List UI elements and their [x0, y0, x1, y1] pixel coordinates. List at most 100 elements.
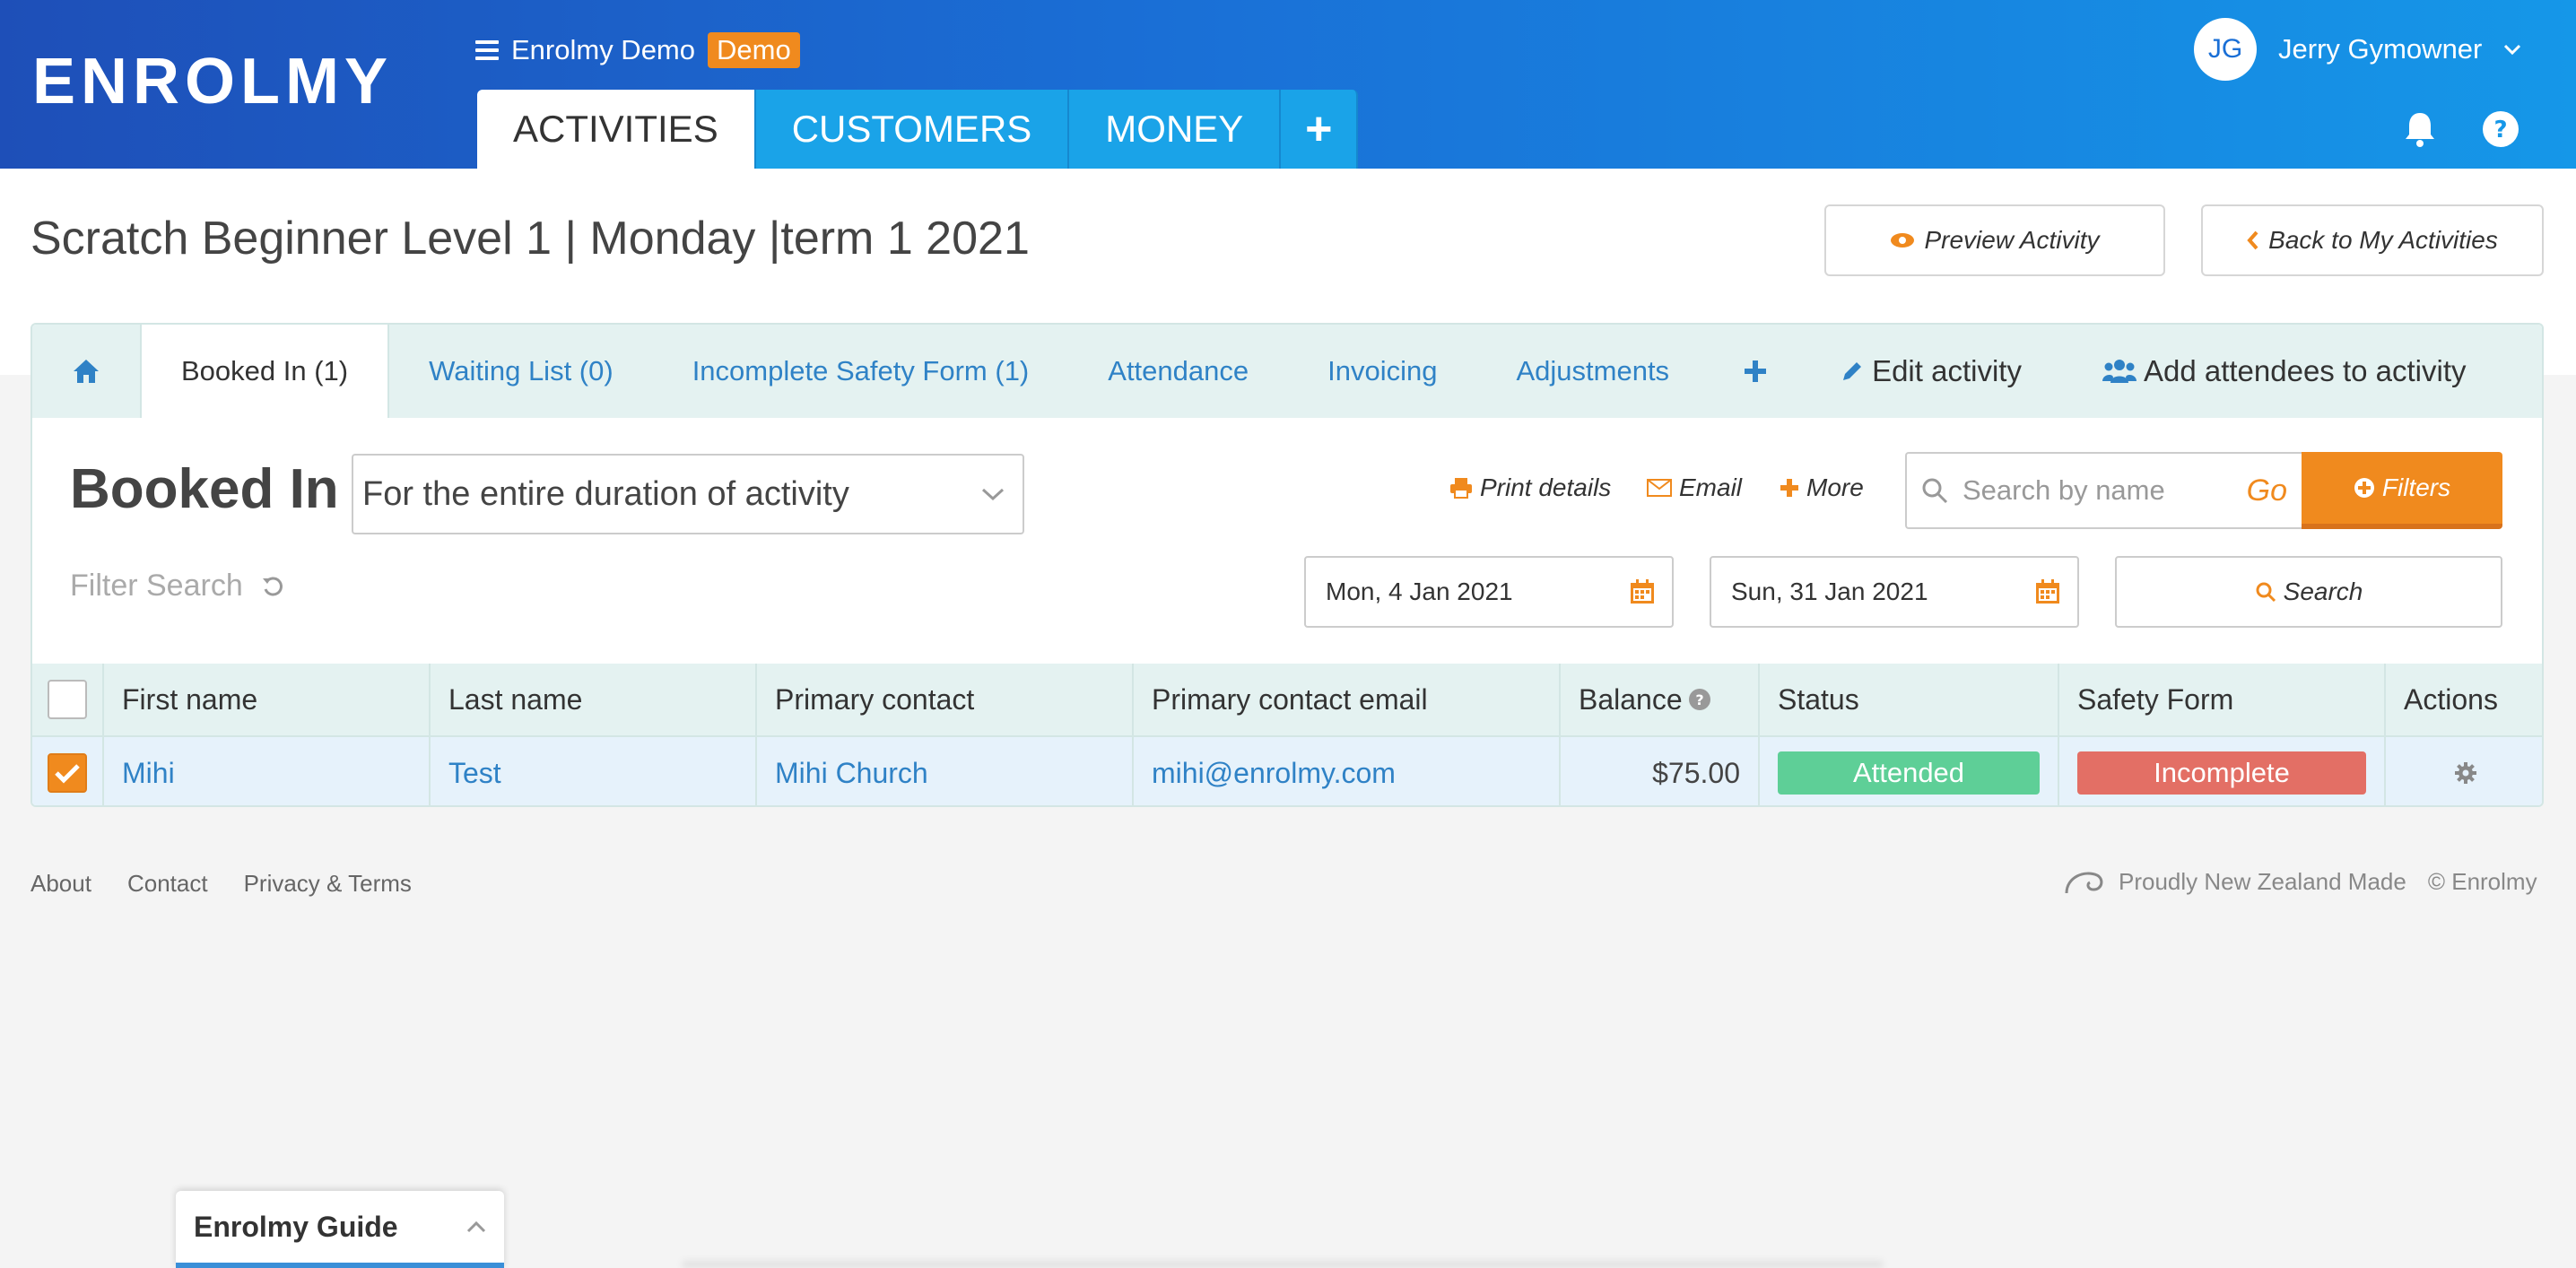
row-checkbox[interactable]	[48, 753, 87, 793]
chevron-down-icon	[2504, 44, 2521, 56]
filter-search[interactable]: Filter Search	[70, 569, 284, 604]
tab-activities[interactable]: ACTIVITIES	[477, 90, 756, 169]
bottom-shadow	[682, 1261, 1884, 1268]
checkmark-icon	[55, 764, 80, 784]
duration-select-value: For the entire duration of activity	[362, 474, 849, 513]
more-label: More	[1806, 473, 1864, 501]
start-date-input[interactable]: Mon, 4 Jan 2021	[1304, 556, 1674, 628]
add-attendees-tab[interactable]: Add attendees to activity	[2058, 325, 2485, 418]
col-actions: Actions	[2384, 664, 2542, 735]
user-name: Jerry Gymowner	[2278, 33, 2483, 65]
row-safety-form-cell: Incomplete	[2058, 737, 2384, 805]
select-all-checkbox[interactable]	[48, 680, 87, 719]
row-select-cell	[32, 737, 102, 805]
preview-activity-button[interactable]: Preview Activity	[1824, 204, 2165, 276]
home-icon	[74, 360, 99, 383]
footer-right: Proudly New Zealand Made © Enrolmy	[2063, 866, 2537, 897]
row-primary-contact[interactable]: Mihi Church	[755, 737, 1132, 805]
footer-link-about[interactable]: About	[30, 870, 91, 898]
enrolmy-guide-widget[interactable]: Enrolmy Guide	[176, 1191, 504, 1268]
users-icon	[2102, 360, 2137, 383]
row-first-name[interactable]: Mihi	[102, 737, 429, 805]
col-safety-form[interactable]: Safety Form	[2058, 664, 2384, 735]
row-actions-cell	[2384, 737, 2542, 805]
more-link[interactable]: More	[1780, 473, 1864, 502]
pencil-icon	[1843, 362, 1862, 380]
footer-links: About Contact Privacy & Terms	[30, 870, 412, 898]
footer-link-privacy[interactable]: Privacy & Terms	[244, 870, 412, 898]
row-status-cell: Attended	[1758, 737, 2058, 805]
booked-in-panel: Booked In (1) Waiting List (0) Incomplet…	[30, 323, 2544, 807]
envelope-icon	[1647, 479, 1672, 497]
printer-icon	[1450, 478, 1472, 499]
row-last-name[interactable]: Test	[429, 737, 755, 805]
filters-label: Filters	[2381, 473, 2451, 501]
back-to-activities-button[interactable]: Back to My Activities	[2201, 204, 2544, 276]
tab-add-plus[interactable]: +	[1281, 90, 1359, 169]
filter-search-label: Filter Search	[70, 569, 243, 603]
tab-customers[interactable]: CUSTOMERS	[755, 90, 1070, 169]
main-nav-tabs: ACTIVITIES CUSTOMERS MONEY +	[477, 90, 1359, 169]
safety-form-badge[interactable]: Incomplete	[2077, 751, 2366, 795]
footer-link-contact[interactable]: Contact	[127, 870, 208, 898]
plus-circle-icon	[2354, 478, 2374, 498]
email-link[interactable]: Email	[1647, 473, 1742, 502]
help-icon[interactable]: ?	[2481, 109, 2520, 149]
calendar-icon	[2036, 579, 2059, 604]
tab-incomplete-safety-form[interactable]: Incomplete Safety Form (1)	[653, 325, 1069, 418]
tab-adjustments[interactable]: Adjustments	[1476, 325, 1709, 418]
edit-activity-tab[interactable]: Edit activity	[1804, 325, 2058, 418]
search-button-label: Search	[2283, 578, 2363, 605]
chevron-left-icon	[2247, 230, 2258, 250]
print-details-label: Print details	[1480, 473, 1612, 501]
tab-home[interactable]	[32, 325, 140, 418]
hamburger-menu-icon[interactable]	[475, 40, 499, 60]
tab-invoicing[interactable]: Invoicing	[1288, 325, 1476, 418]
search-by-name-input[interactable]: Search by name Go	[1905, 452, 2302, 529]
section-title: Booked In	[70, 458, 339, 520]
col-status[interactable]: Status	[1758, 664, 2058, 735]
tab-waiting-list[interactable]: Waiting List (0)	[389, 325, 653, 418]
org-switcher[interactable]: Enrolmy Demo Demo	[475, 30, 800, 70]
tab-attendance[interactable]: Attendance	[1068, 325, 1288, 418]
col-balance-label: Balance	[1579, 682, 1683, 716]
col-last-name[interactable]: Last name	[429, 664, 755, 735]
col-primary-contact-email[interactable]: Primary contact email	[1132, 664, 1559, 735]
col-primary-contact[interactable]: Primary contact	[755, 664, 1132, 735]
enrolmy-logo[interactable]: ENROLMY	[32, 49, 393, 114]
start-date-value: Mon, 4 Jan 2021	[1326, 578, 1513, 605]
tab-booked-in[interactable]: Booked In (1)	[140, 325, 390, 418]
plus-icon	[1780, 479, 1798, 497]
table-row[interactable]: Mihi Test Mihi Church mihi@enrolmy.com $…	[32, 735, 2542, 805]
status-badge[interactable]: Attended	[1778, 751, 2040, 795]
duration-select[interactable]: For the entire duration of activity	[352, 454, 1024, 534]
col-balance[interactable]: Balance ?	[1559, 664, 1758, 735]
guide-label: Enrolmy Guide	[194, 1210, 398, 1243]
search-placeholder: Search by name	[1962, 474, 2165, 506]
search-icon	[2256, 582, 2276, 603]
reset-icon[interactable]	[261, 575, 284, 598]
row-primary-contact-email[interactable]: mihi@enrolmy.com	[1132, 737, 1559, 805]
col-first-name[interactable]: First name	[102, 664, 429, 735]
add-attendees-label: Add attendees to activity	[2143, 354, 2467, 387]
search-icon	[1922, 478, 1948, 504]
tab-add-plus[interactable]	[1709, 325, 1804, 418]
go-button[interactable]: Go	[2247, 473, 2287, 508]
end-date-input[interactable]: Sun, 31 Jan 2021	[1710, 556, 2079, 628]
nz-made: Proudly New Zealand Made	[2063, 866, 2406, 897]
preview-activity-label: Preview Activity	[1924, 226, 2100, 254]
bell-icon[interactable]	[2400, 109, 2440, 149]
gear-icon[interactable]	[2454, 761, 2477, 785]
select-all-cell	[32, 664, 102, 735]
print-details-link[interactable]: Print details	[1449, 473, 1611, 502]
filters-button[interactable]: Filters	[2302, 452, 2502, 529]
user-menu[interactable]: JG Jerry Gymowner	[2194, 18, 2521, 81]
tab-money[interactable]: MONEY	[1069, 90, 1282, 169]
top-header: ENROLMY Enrolmy Demo Demo ACTIVITIES CUS…	[0, 0, 2576, 169]
fern-icon	[2065, 872, 2103, 894]
search-button[interactable]: Search	[2115, 556, 2502, 628]
email-label: Email	[1679, 473, 1743, 501]
svg-text:?: ?	[2493, 117, 2507, 143]
demo-badge: Demo	[708, 32, 800, 68]
back-to-activities-label: Back to My Activities	[2268, 226, 2498, 254]
